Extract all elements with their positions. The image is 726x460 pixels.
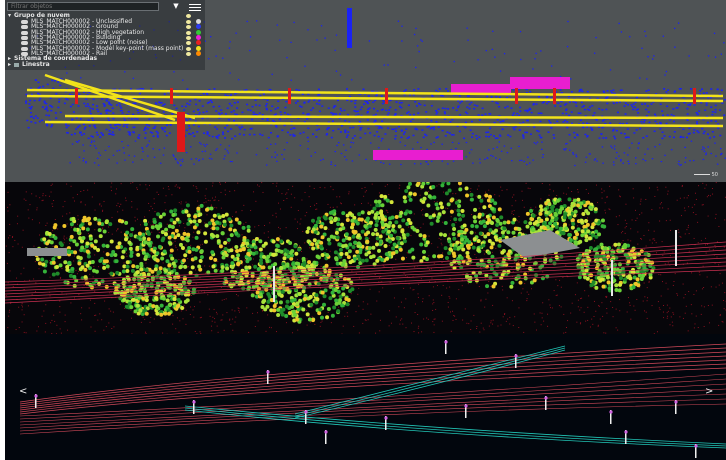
insulator-marker	[694, 444, 698, 448]
layer-color-swatch[interactable]	[196, 50, 201, 56]
insulator-marker	[384, 416, 388, 420]
point-cloud-icon	[21, 30, 28, 35]
nav-right-arrow[interactable]: >	[705, 386, 713, 397]
tower-points	[347, 8, 352, 48]
visibility-eye-icon[interactable]	[186, 35, 191, 40]
point-cloud-icon	[21, 35, 28, 40]
insulator-marker	[266, 370, 270, 374]
roof-points	[27, 248, 67, 256]
visibility-eye-icon[interactable]	[186, 25, 191, 30]
lines-label: Linestra	[22, 61, 50, 68]
pole-structure	[675, 230, 677, 266]
visibility-eye-icon[interactable]	[186, 51, 191, 56]
hamburger-menu-icon[interactable]	[189, 2, 201, 11]
powerline-wire	[294, 349, 566, 419]
expand-arrow-icon[interactable]: ▾	[8, 13, 11, 19]
vegetation-3d-view[interactable]	[5, 182, 726, 334]
pole-points	[288, 88, 291, 104]
insulator-marker	[304, 410, 308, 414]
powerline-wire	[5, 261, 726, 298]
layer-color-swatch[interactable]	[196, 34, 201, 40]
visibility-eye-icon[interactable]	[186, 46, 191, 51]
insulator-marker	[444, 340, 448, 344]
layer-color-swatch[interactable]	[196, 45, 201, 51]
rail-line	[26, 88, 724, 98]
scale-bar: 50	[693, 172, 718, 178]
powerline-wire	[19, 403, 726, 435]
insulator-marker	[192, 400, 196, 404]
insulator-marker	[34, 394, 38, 398]
insulator-marker	[324, 430, 328, 434]
building-points	[373, 150, 463, 160]
vegetation-canvas[interactable]	[5, 182, 726, 334]
pole-points	[693, 88, 696, 104]
pole-points	[385, 88, 388, 104]
powerline-network-view[interactable]: < >	[5, 334, 726, 460]
search-box[interactable]	[7, 2, 159, 11]
nav-left-arrow[interactable]: <	[19, 386, 27, 397]
layer-icon	[14, 63, 19, 67]
scale-label: 50	[711, 172, 718, 178]
layer-color-swatch[interactable]	[196, 24, 201, 30]
building-points	[510, 77, 570, 89]
pole-points	[170, 88, 173, 104]
point-cloud-icon	[21, 20, 28, 24]
visibility-eye-icon[interactable]	[186, 20, 191, 24]
insulator-marker	[674, 400, 678, 404]
point-cloud-icon	[21, 25, 28, 30]
pole-points	[515, 88, 518, 104]
pole-structure	[273, 266, 275, 302]
filter-icon[interactable]: ▼	[171, 2, 181, 11]
visibility-eye-icon[interactable]	[186, 14, 191, 18]
insulator-marker	[514, 354, 518, 358]
insulator-marker	[464, 404, 468, 408]
layer-tree-panel: ▼ ▾ Grupo de nuvem MLS_MATCH000002 - Unc…	[5, 0, 205, 70]
pole-points	[177, 112, 185, 152]
visibility-eye-icon[interactable]	[186, 41, 191, 46]
layer-color-swatch[interactable]	[196, 29, 201, 35]
insulator-marker	[624, 430, 628, 434]
layer-color-swatch[interactable]	[196, 40, 201, 46]
search-input[interactable]	[8, 3, 151, 10]
layer-color-swatch[interactable]	[196, 19, 201, 24]
pole-structure	[611, 260, 613, 296]
pole-points	[553, 88, 556, 104]
point-cloud-icon	[21, 46, 28, 51]
rail-line	[64, 78, 196, 120]
powerline-wire	[19, 373, 726, 417]
insulator-marker	[544, 396, 548, 400]
powerline-wire	[19, 363, 726, 413]
point-cloud-icon	[21, 41, 28, 46]
insulator-marker	[609, 410, 613, 414]
expand-arrow-icon[interactable]: ▸	[8, 62, 11, 68]
pole-points	[75, 88, 78, 104]
powerline-canvas[interactable]	[5, 334, 726, 460]
visibility-eye-icon[interactable]	[186, 30, 191, 35]
point-cloud-side-view[interactable]: ▼ ▾ Grupo de nuvem MLS_MATCH000002 - Unc…	[5, 0, 726, 182]
